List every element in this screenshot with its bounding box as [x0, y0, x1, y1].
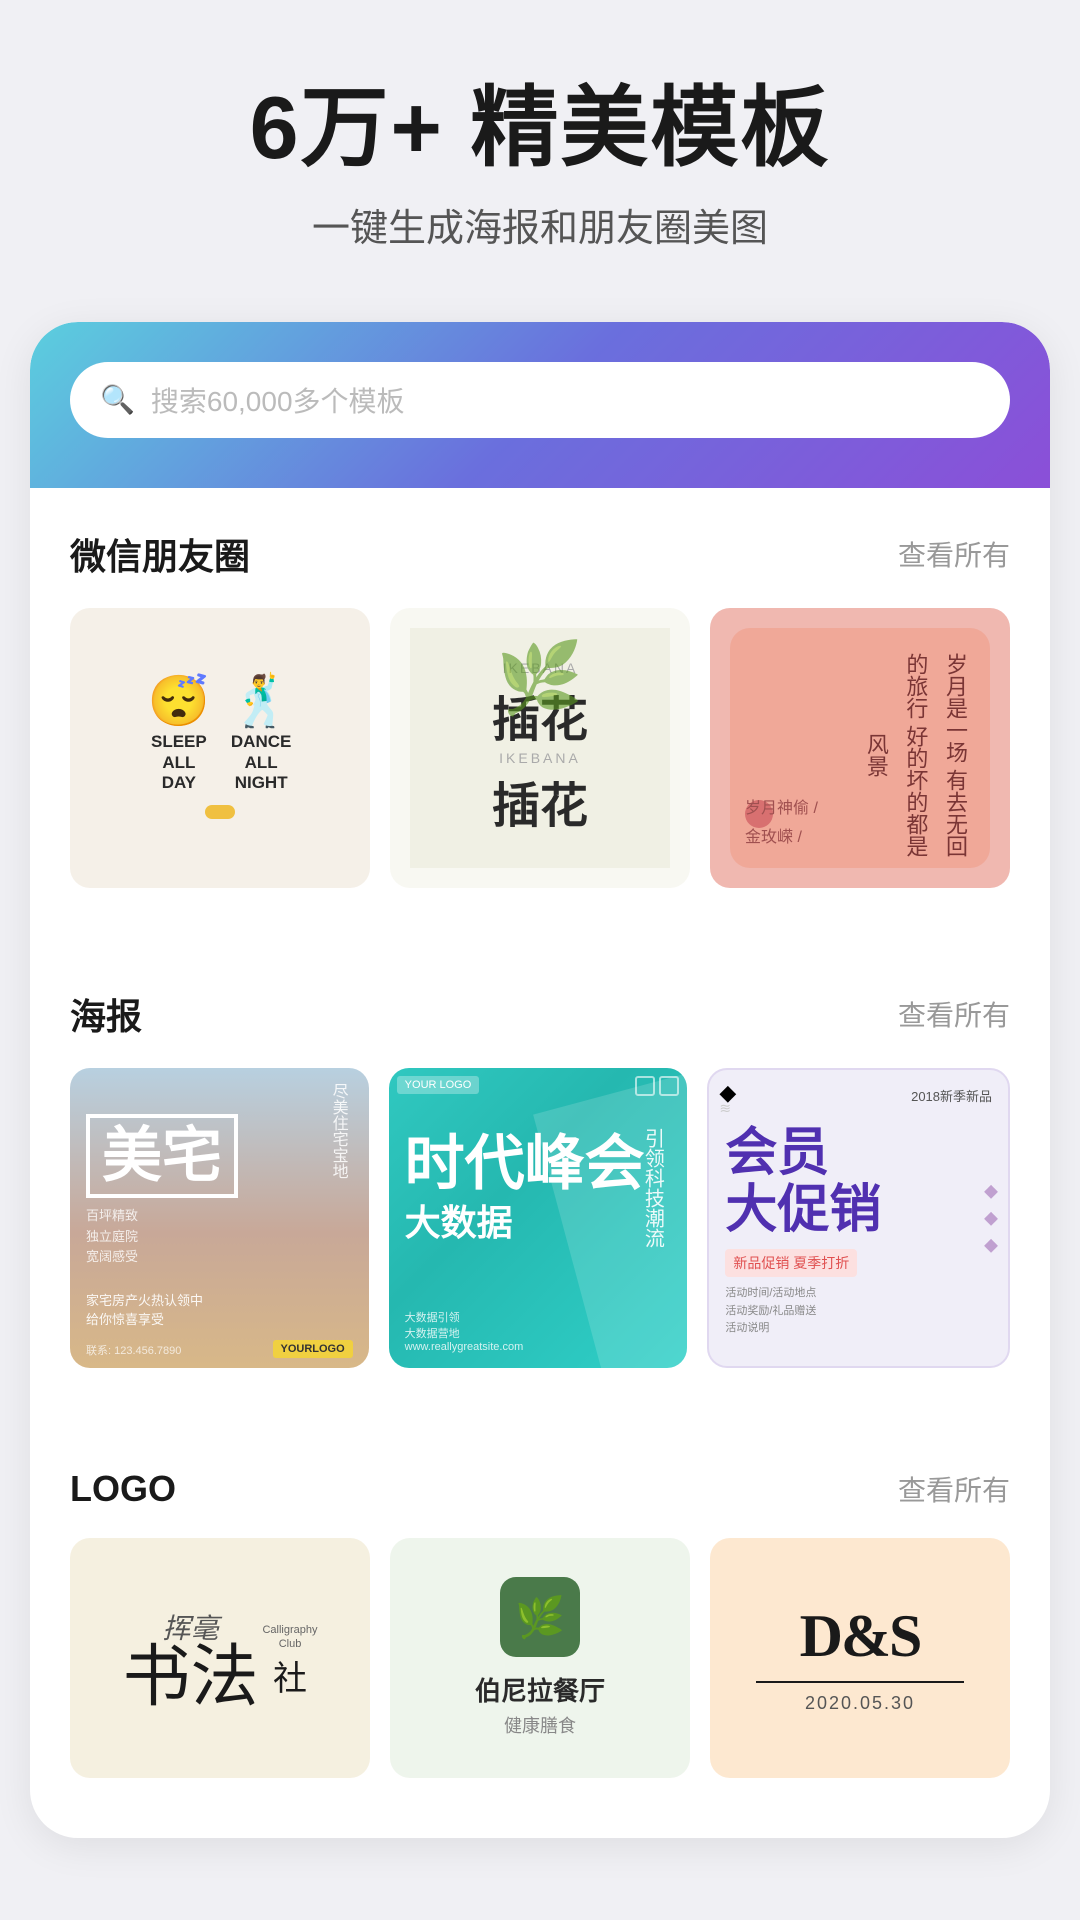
logo-restaurant-sub: 健康膳食	[504, 1712, 576, 1738]
poem-line1: 岁月是一场	[943, 653, 968, 763]
app-card: 🔍 搜索60,000多个模板 微信朋友圈 查看所有 😴 SLEEPALLDAY …	[30, 322, 1050, 1838]
poster-big-data-title: 时代峰会	[405, 1134, 672, 1194]
wechat-cards-row: 😴 SLEEPALLDAY 🕺 DANCEALLNIGHT IKEBANA 插花	[70, 608, 1010, 888]
logo-cards-row: 挥毫 书法 CalligraphyClub 社 🌿 伯尼拉餐厅 健康膳食	[70, 1538, 1010, 1778]
poster-cards-row: 尽美住宅宝地 美宅 百坪精致独立庭院宽阔感受 家宅房产火热认领中给你惊喜享受 Y…	[70, 1068, 1010, 1368]
poster-big-data-subtitle: 大数据	[405, 1194, 672, 1246]
logo-view-all[interactable]: 查看所有	[898, 1469, 1010, 1509]
logo-section-title: LOGO	[70, 1468, 176, 1510]
poster-card-real-estate[interactable]: 尽美住宅宝地 美宅 百坪精致独立庭院宽阔感受 家宅房产火热认领中给你惊喜享受 Y…	[70, 1068, 369, 1368]
poster-section-title: 海报	[70, 988, 142, 1040]
wechat-card-ikebana[interactable]: IKEBANA 插花 🌿 IKEBANA 插花	[390, 608, 690, 888]
wechat-section-title: 微信朋友圈	[70, 528, 250, 580]
logo-card-restaurant[interactable]: 🌿 伯尼拉餐厅 健康膳食	[390, 1538, 690, 1778]
poster-view-all[interactable]: 查看所有	[898, 994, 1010, 1034]
poster-member-title: 会员大促销	[725, 1125, 992, 1239]
poster-card-member[interactable]: 2018新季新品 ◆ ≋ 会员大促销 新品促销 夏季打折 活动时间/活动地点活动…	[707, 1068, 1010, 1368]
search-header: 🔍 搜索60,000多个模板	[30, 322, 1050, 488]
logo-section: LOGO 查看所有 挥毫 书法 CalligraphyClub 社	[30, 1428, 1050, 1798]
wechat-card-poem[interactable]: 岁月是一场 有去无回的旅行 好的坏的都是风景 岁月神偷 / 金玫嵘 /	[710, 608, 1010, 888]
logo-section-header: LOGO 查看所有	[70, 1468, 1010, 1510]
hero-title: 6万+ 精美模板	[40, 80, 1040, 177]
poster-big-data-yourlogo: YOUR LOGO	[397, 1076, 480, 1094]
logo-ds-logo: D&S	[800, 1602, 921, 1671]
search-icon: 🔍	[100, 383, 135, 416]
logo-card-ds[interactable]: D&S 2020.05.30	[710, 1538, 1010, 1778]
poster-real-estate-logo: YOURLOGO	[273, 1340, 353, 1358]
poem-author2: 金玫嵘 /	[745, 824, 818, 853]
wechat-card-sleep-dance[interactable]: 😴 SLEEPALLDAY 🕺 DANCEALLNIGHT	[70, 608, 370, 888]
logo-card-calligraphy[interactable]: 挥毫 书法 CalligraphyClub 社	[70, 1538, 370, 1778]
wechat-section: 微信朋友圈 查看所有 😴 SLEEPALLDAY 🕺 DANCEALLNIGHT	[30, 488, 1050, 908]
wechat-view-all[interactable]: 查看所有	[898, 534, 1010, 574]
poster-section: 海报 查看所有 尽美住宅宝地 美宅 百坪精致独立庭院宽阔感受 家宅房产火热认领中…	[30, 948, 1050, 1388]
logo-ds-date: 2020.05.30	[805, 1693, 915, 1714]
poster-section-header: 海报 查看所有	[70, 988, 1010, 1040]
poem-author1: 岁月神偷 /	[745, 795, 818, 824]
poster-member-sub: 新品促销 夏季打折	[725, 1249, 857, 1277]
hero-section: 6万+ 精美模板 一键生成海报和朋友圈美图	[0, 0, 1080, 292]
poem-line3: 好的坏的都是风景	[864, 725, 929, 857]
search-bar[interactable]: 🔍 搜索60,000多个模板	[70, 362, 1010, 438]
poster-member-year: 2018新季新品	[725, 1086, 992, 1105]
poster-card-big-data[interactable]: YOUR LOGO 引领科技潮流 时代峰会 大数据 大数据引领大数据营地www.…	[389, 1068, 688, 1368]
logo-restaurant-name: 伯尼拉餐厅	[475, 1671, 605, 1708]
poster-real-estate-title: 美宅	[86, 1114, 238, 1198]
wechat-section-header: 微信朋友圈 查看所有	[70, 528, 1010, 580]
search-placeholder-text: 搜索60,000多个模板	[151, 380, 405, 420]
hero-subtitle: 一键生成海报和朋友圈美图	[40, 197, 1040, 252]
